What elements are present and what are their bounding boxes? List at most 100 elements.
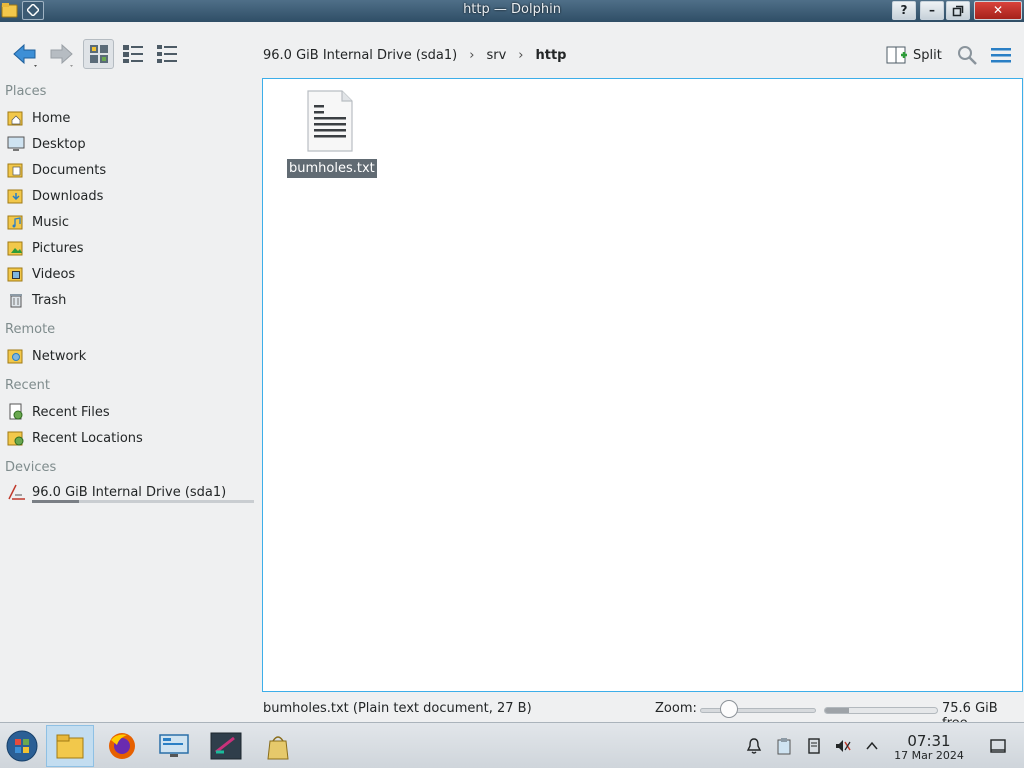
- status-text: bumholes.txt (Plain text document, 27 B): [263, 701, 532, 716]
- sidebar-item-label: Desktop: [32, 136, 86, 152]
- sidebar-item-documents[interactable]: Documents: [6, 159, 106, 181]
- maximize-button[interactable]: [946, 1, 970, 20]
- trash-icon: [6, 290, 26, 310]
- documents-folder-icon: [6, 160, 26, 180]
- start-menu-button[interactable]: [0, 725, 44, 767]
- search-button[interactable]: [955, 43, 979, 67]
- sidebar-item-pictures[interactable]: Pictures: [6, 237, 83, 259]
- bell-icon: [746, 738, 762, 754]
- sidebar-item-label: Downloads: [32, 188, 104, 204]
- zoom-slider[interactable]: [700, 708, 816, 713]
- tray-storage-button[interactable]: [804, 736, 824, 756]
- zoom-slider-handle[interactable]: [720, 700, 738, 718]
- drive-icon: [6, 482, 26, 502]
- recent-section-title: Recent: [5, 378, 50, 393]
- desktop-icon: [6, 134, 26, 154]
- file-name-label[interactable]: bumholes.txt: [287, 159, 377, 178]
- arrow-right-icon: [50, 43, 73, 67]
- taskbar-firefox-button[interactable]: [98, 725, 146, 767]
- breadcrumb: 96.0 GiB Internal Drive (sda1) › srv › h…: [263, 46, 566, 64]
- compact-view-icon: [122, 45, 143, 63]
- sidebar-item-recent-locations[interactable]: Recent Locations: [6, 427, 143, 449]
- videos-folder-icon: [6, 264, 26, 284]
- sidebar-item-label: Music: [32, 214, 69, 230]
- sidebar-item-music[interactable]: Music: [6, 211, 69, 233]
- tray-volume-button[interactable]: [833, 736, 853, 756]
- downloads-folder-icon: [6, 186, 26, 206]
- sidebar-item-label: 96.0 GiB Internal Drive (sda1): [32, 484, 227, 500]
- hamburger-menu-icon: [991, 48, 1011, 63]
- arrow-left-icon: [13, 43, 37, 67]
- tray-clipboard-button[interactable]: [774, 736, 794, 756]
- details-view-button[interactable]: [151, 39, 182, 69]
- help-button[interactable]: ?: [892, 1, 916, 20]
- sidebar-item-downloads[interactable]: Downloads: [6, 185, 103, 207]
- sidebar-item-desktop[interactable]: Desktop: [6, 133, 86, 155]
- split-view-icon: [886, 46, 907, 64]
- status-bar: bumholes.txt (Plain text document, 27 B)…: [0, 696, 1024, 731]
- file-manager-icon: [56, 734, 84, 759]
- back-button[interactable]: [8, 39, 42, 69]
- taskbar-system-settings-button[interactable]: [150, 725, 198, 767]
- sidebar-item-network[interactable]: Network: [6, 345, 86, 367]
- volume-muted-icon: [836, 740, 851, 752]
- free-space-fill: [825, 708, 849, 713]
- clock-time[interactable]: 07:31: [890, 732, 968, 750]
- split-button-label: Split: [913, 47, 942, 63]
- sidebar-item-label: Home: [32, 110, 71, 126]
- breadcrumb-item-http[interactable]: http: [535, 48, 566, 63]
- maximize-icon: [952, 5, 964, 17]
- search-icon: [958, 46, 977, 65]
- split-button[interactable]: Split: [886, 43, 942, 67]
- drive-usage-bar: [32, 500, 254, 503]
- places-section-title: Places: [5, 84, 47, 99]
- free-space-bar: [824, 707, 938, 714]
- icons-view-icon: [89, 45, 108, 63]
- sidebar-item-label: Pictures: [32, 240, 84, 256]
- tray-notifications-button[interactable]: [744, 736, 764, 756]
- network-folder-icon: [6, 346, 26, 366]
- taskbar-archive-button[interactable]: [254, 725, 302, 767]
- taskbar: 07:31 17 Mar 2024: [0, 722, 1024, 768]
- forward-button[interactable]: [44, 39, 78, 69]
- system-settings-icon: [159, 734, 189, 757]
- file-item[interactable]: bumholes.txt: [287, 89, 377, 178]
- archive-bag-icon: [267, 736, 289, 760]
- taskbar-konsole-button[interactable]: [202, 725, 250, 767]
- breadcrumb-separator[interactable]: ›: [469, 48, 474, 63]
- window-title-bar[interactable]: http — Dolphin ? – ✕: [0, 0, 1024, 22]
- file-view[interactable]: bumholes.txt: [262, 78, 1023, 692]
- chevron-up-icon: [866, 741, 878, 750]
- remote-section-title: Remote: [5, 322, 56, 337]
- sidebar-item-trash[interactable]: Trash: [6, 289, 66, 311]
- recent-locations-icon: [6, 428, 26, 448]
- sidebar-item-home[interactable]: Home: [6, 107, 70, 129]
- music-folder-icon: [6, 212, 26, 232]
- window-title: http — Dolphin: [463, 2, 561, 17]
- places-panel: Places Home Desktop Documents Downloads …: [0, 80, 262, 700]
- sidebar-item-label: Videos: [32, 266, 76, 282]
- sidebar-item-recent-files[interactable]: Recent Files: [6, 401, 110, 423]
- icons-view-button[interactable]: [83, 39, 114, 69]
- sidebar-item-label: Recent Files: [32, 404, 110, 420]
- taskbar-dolphin-button[interactable]: [46, 725, 94, 767]
- zoom-label: Zoom:: [655, 701, 697, 716]
- close-button[interactable]: ✕: [974, 1, 1022, 20]
- breadcrumb-separator[interactable]: ›: [518, 48, 523, 63]
- compact-view-button[interactable]: [117, 39, 148, 69]
- breadcrumb-item-drive[interactable]: 96.0 GiB Internal Drive (sda1): [263, 48, 457, 63]
- hamburger-menu-button[interactable]: [988, 43, 1014, 67]
- show-desktop-button[interactable]: [988, 736, 1008, 756]
- sidebar-item-label: Network: [32, 348, 87, 364]
- text-file-icon: [307, 90, 353, 152]
- sidebar-item-label: Documents: [32, 162, 107, 178]
- tray-expand-button[interactable]: [862, 736, 882, 756]
- home-folder-icon: [6, 108, 26, 128]
- main-toolbar: 96.0 GiB Internal Drive (sda1) › srv › h…: [0, 22, 1024, 80]
- clock-date[interactable]: 17 Mar 2024: [880, 749, 978, 762]
- sidebar-item-videos[interactable]: Videos: [6, 263, 75, 285]
- minimize-button[interactable]: –: [920, 1, 944, 20]
- devices-section-title: Devices: [5, 460, 57, 475]
- sidebar-item-label: Recent Locations: [32, 430, 143, 446]
- breadcrumb-item-srv[interactable]: srv: [486, 48, 506, 63]
